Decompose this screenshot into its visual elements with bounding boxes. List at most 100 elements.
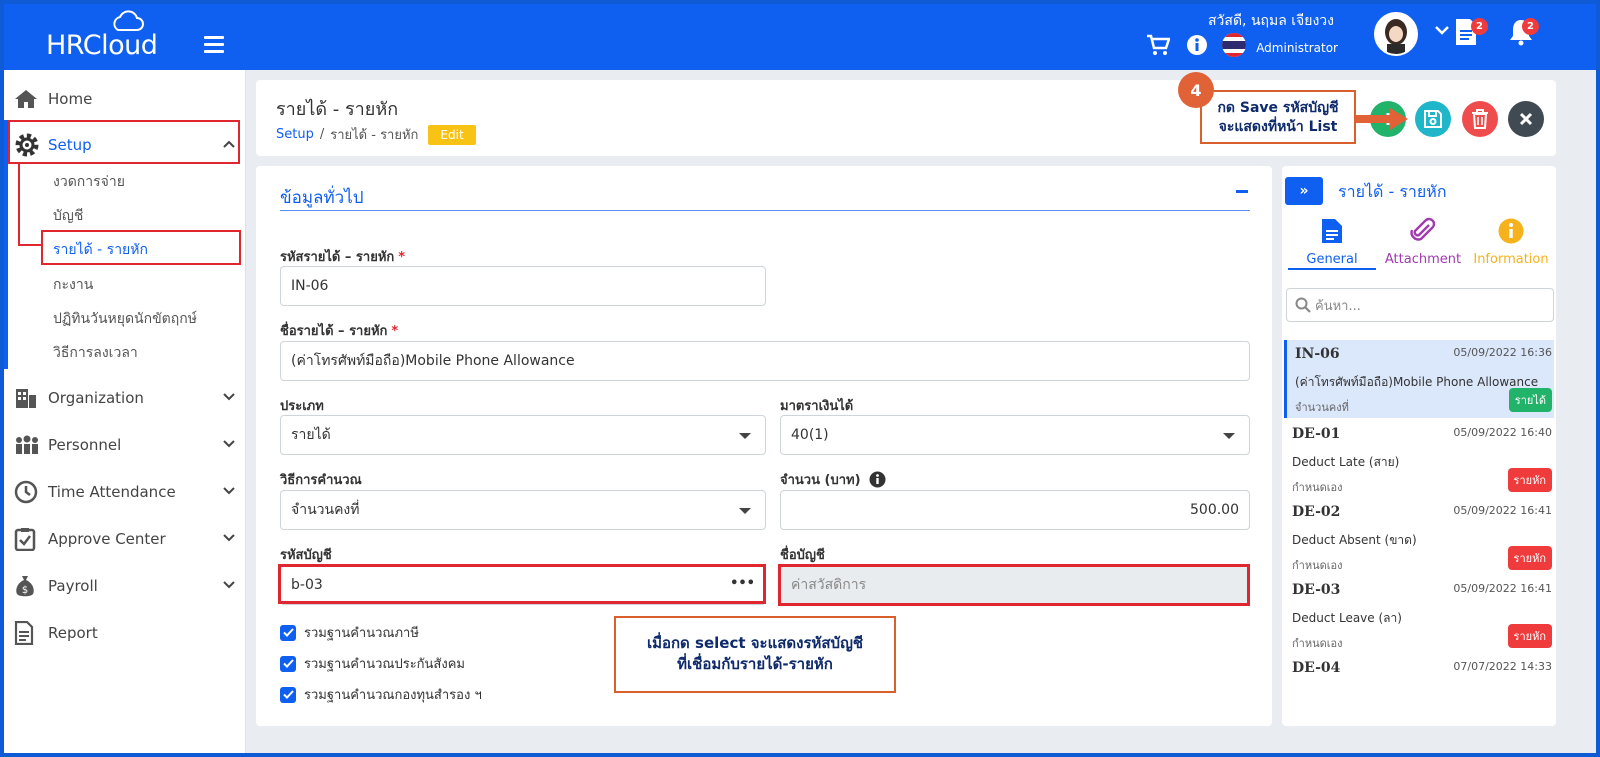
- paperclip-icon: [1410, 217, 1436, 241]
- search-icon: [1295, 297, 1311, 313]
- annotation-connector-horizontal: [18, 244, 42, 246]
- user-greeting: สวัสดี, นฤมล เจียงวง: [1208, 13, 1334, 29]
- people-icon: [16, 435, 38, 454]
- list-item[interactable]: DE-02 05/09/2022 16:41 Deduct Absent (ขา…: [1284, 498, 1554, 576]
- deduct-tag: รายหัก: [1507, 624, 1552, 648]
- edit-mode-badge: Edit: [428, 124, 476, 145]
- tab-attachment[interactable]: Attachment: [1382, 216, 1464, 267]
- dropdown-caret-icon: [1223, 433, 1235, 439]
- logo-text: HRCloud: [46, 30, 158, 61]
- clock-icon: [14, 480, 38, 504]
- breadcrumb-setup-link[interactable]: Setup: [276, 127, 314, 142]
- page-title: รายได้ - รายหัก: [276, 99, 399, 120]
- annotation-box-setup: [8, 120, 240, 164]
- general-info-card: ข้อมูลทั่วไป รหัสรายได้ – รายหัก * IN-06 …: [256, 166, 1272, 726]
- sidebar-item-personnel[interactable]: Personnel: [14, 430, 242, 460]
- chevron-down-icon: [223, 581, 235, 589]
- save-callout-line1: กด Save รหัสบัญชี: [1217, 100, 1339, 116]
- document-badge: 2: [1471, 18, 1488, 35]
- sidebar-item-time-attendance[interactable]: Time Attendance: [14, 477, 242, 507]
- floppy-disk-icon: [1424, 110, 1442, 128]
- save-button[interactable]: [1415, 101, 1451, 137]
- collapse-icon[interactable]: [1236, 190, 1248, 193]
- annotation-box-account-name: [778, 564, 1250, 606]
- checkbox-checked-icon: [280, 686, 296, 703]
- income-section-select[interactable]: 40(1): [780, 415, 1250, 455]
- select-callout: เมื่อกด select จะแสดงรหัสบัญชี ที่เชื่อม…: [614, 616, 896, 693]
- dropdown-caret-icon: [739, 508, 751, 514]
- type-select[interactable]: รายได้: [280, 415, 766, 455]
- cart-icon[interactable]: [1146, 34, 1170, 56]
- type-label: ประเภท: [280, 399, 324, 414]
- section-title: ข้อมูลทั่วไป: [280, 188, 364, 208]
- panel-toggle-button[interactable]: »: [1285, 177, 1323, 205]
- search-input[interactable]: ค้นหา...: [1286, 288, 1554, 322]
- thai-flag-icon[interactable]: [1222, 33, 1246, 57]
- info-icon[interactable]: [1186, 34, 1208, 56]
- breadcrumb-current: รายได้ - รายหัก: [330, 128, 419, 143]
- list-item[interactable]: IN-06 05/09/2022 16:36 (ค่าโทรศัพท์มือถื…: [1284, 340, 1554, 418]
- calc-method-label: วิธีการคำนวณ: [280, 473, 362, 488]
- dropdown-caret-icon: [739, 433, 751, 439]
- select-callout-line1: เมื่อกด select จะแสดงรหัสบัญชี: [646, 634, 864, 652]
- sidebar-sub-holiday-calendar[interactable]: ปฏิทินวันหยุดนักขัตฤกษ์: [53, 308, 197, 330]
- step-number-badge: 4: [1178, 72, 1214, 108]
- calc-method-select[interactable]: จำนวนคงที่: [280, 490, 766, 530]
- name-label: ชื่อรายได้ – รายหัก *: [280, 324, 399, 339]
- section-divider: [280, 210, 1250, 211]
- bell-badge: 2: [1522, 18, 1539, 35]
- list-item[interactable]: DE-03 05/09/2022 16:41 Deduct Leave (ลา)…: [1284, 576, 1554, 654]
- account-name-label: ชื่อบัญชี: [780, 548, 825, 563]
- sidebar-sub-time-method[interactable]: วิธีการลงเวลา: [53, 342, 138, 364]
- chevron-down-icon: [223, 534, 235, 542]
- sidebar-sub-account[interactable]: บัญชี: [53, 205, 83, 227]
- user-avatar[interactable]: [1374, 12, 1418, 56]
- annotation-box-account-code: [278, 564, 766, 604]
- chevron-down-icon: [223, 487, 235, 495]
- sidebar-item-report[interactable]: Report: [14, 618, 242, 648]
- name-input[interactable]: (ค่าโทรศัพท์มือถือ)Mobile Phone Allowanc…: [280, 341, 1250, 381]
- select-callout-line2: ที่เชื่อมกับรายได้-รายหัก: [677, 655, 833, 673]
- code-label: รหัสรายได้ – รายหัก *: [280, 250, 406, 265]
- list-item[interactable]: DE-01 05/09/2022 16:40 Deduct Late (สาย)…: [1284, 420, 1554, 498]
- menu-toggle-icon[interactable]: [204, 36, 224, 57]
- income-tag: รายได้: [1508, 388, 1552, 412]
- chevron-down-icon[interactable]: [1434, 24, 1450, 36]
- app-logo[interactable]: HRCloud: [46, 10, 166, 61]
- account-code-label: รหัสบัญชี: [280, 548, 332, 563]
- close-button[interactable]: [1508, 101, 1544, 137]
- annotation-box-income-deduct: [41, 230, 241, 265]
- sidebar-item-organization[interactable]: Organization: [14, 383, 242, 413]
- annotation-connector-vertical: [18, 164, 20, 246]
- checkbox-checked-icon: [280, 624, 296, 641]
- checkbox-social-security-base[interactable]: รวมฐานคำนวณประกันสังคม: [280, 653, 465, 674]
- delete-button[interactable]: [1462, 101, 1498, 137]
- chevron-down-icon: [223, 393, 235, 401]
- checkbox-provident-fund-base[interactable]: รวมฐานคำนวณกองทุนสำรอง ฯ: [280, 684, 482, 705]
- tab-general[interactable]: General: [1288, 216, 1376, 267]
- sidebar-item-payroll[interactable]: $ Payroll: [14, 571, 242, 601]
- chevron-down-icon: [223, 440, 235, 448]
- panel-title: รายได้ - รายหัก: [1338, 182, 1447, 201]
- breadcrumb: Setup / รายได้ - รายหัก Edit: [276, 124, 476, 145]
- sidebar-sub-pay-period[interactable]: งวดการจ่าย: [53, 171, 125, 193]
- checkbox-tax-base[interactable]: รวมฐานคำนวณภาษี: [280, 622, 419, 643]
- document-icon: [1322, 219, 1342, 243]
- active-tab-indicator: [1288, 268, 1376, 270]
- record-list-panel: » รายได้ - รายหัก General Attachment Inf…: [1282, 166, 1556, 726]
- code-input[interactable]: IN-06: [280, 266, 766, 306]
- sidebar-item-home[interactable]: Home: [14, 84, 242, 114]
- tab-information[interactable]: Information: [1470, 216, 1552, 267]
- home-icon: [15, 90, 37, 108]
- list-item[interactable]: DE-04 07/07/2022 14:33: [1284, 654, 1554, 694]
- amount-label: จำนวน (บาท): [780, 469, 886, 490]
- info-icon[interactable]: [869, 471, 886, 488]
- amount-input[interactable]: 500.00: [780, 490, 1250, 530]
- report-icon: [14, 621, 34, 645]
- clipboard-check-icon: [14, 528, 36, 551]
- money-bag-icon: $: [16, 576, 34, 597]
- sidebar-item-approve-center[interactable]: Approve Center: [14, 524, 242, 554]
- breadcrumb-separator: /: [319, 127, 325, 142]
- svg-text:$: $: [22, 585, 28, 596]
- sidebar-sub-shift[interactable]: กะงาน: [53, 274, 93, 296]
